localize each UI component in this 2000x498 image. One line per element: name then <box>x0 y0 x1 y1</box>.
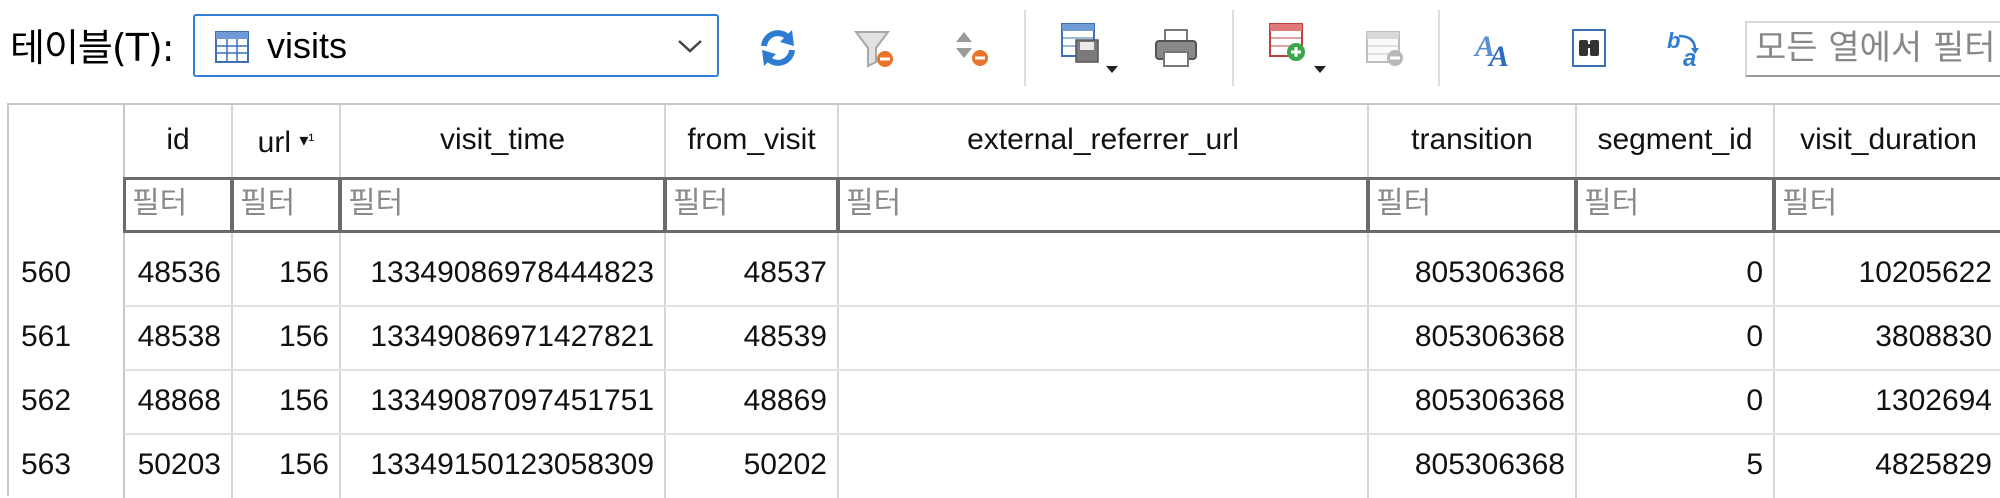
find-icon[interactable] <box>1562 20 1618 76</box>
print-icon[interactable] <box>1148 20 1204 76</box>
column-header-label: url <box>257 126 291 159</box>
conditional-format-icon[interactable]: A A <box>1468 20 1524 76</box>
row-number[interactable]: 561 <box>21 322 111 354</box>
table-cell[interactable]: 3808830 <box>1775 322 2000 354</box>
toolbar-separator <box>1438 10 1440 86</box>
column-header-visit-time[interactable]: visit_time <box>341 125 664 165</box>
column-header-url[interactable]: url ▾¹ <box>233 125 339 165</box>
column-filter-input[interactable]: 필터 <box>123 177 233 233</box>
clear-sorting-icon[interactable] <box>944 20 1000 76</box>
grid-line <box>124 369 2000 371</box>
refresh-icon[interactable] <box>750 20 806 76</box>
table-cell[interactable]: 48536 <box>125 258 231 290</box>
table-cell[interactable]: 156 <box>233 386 339 418</box>
row-number[interactable]: 563 <box>21 450 111 482</box>
column-filter-input[interactable]: 필터 <box>1773 177 2000 233</box>
table-cell[interactable] <box>839 322 1367 354</box>
save-table-icon[interactable] <box>1056 20 1126 76</box>
row-number[interactable]: 562 <box>21 386 111 418</box>
table-cell[interactable] <box>839 386 1367 418</box>
row-number[interactable]: 560 <box>21 258 111 290</box>
table-cell[interactable]: 13349087097451751 <box>341 386 664 418</box>
table-cell[interactable]: 13349150123058309 <box>341 450 664 482</box>
table-cell[interactable]: 48868 <box>125 386 231 418</box>
table-cell[interactable]: 13349086978444823 <box>341 258 664 290</box>
table-select[interactable]: visits <box>193 14 719 77</box>
table-cell[interactable]: 156 <box>233 450 339 482</box>
table-cell[interactable]: 0 <box>1577 258 1773 290</box>
column-filter-input[interactable]: 필터 <box>1367 177 1577 233</box>
table-cell[interactable]: 50202 <box>666 450 837 482</box>
column-filter-input[interactable]: 필터 <box>664 177 839 233</box>
column-header-external-referrer-url[interactable]: external_referrer_url <box>839 125 1367 165</box>
table-cell[interactable]: 805306368 <box>1369 322 1575 354</box>
toolbar-separator <box>1232 10 1234 86</box>
svg-text:b: b <box>1667 28 1680 53</box>
table-cell[interactable]: 1302694 <box>1775 386 2000 418</box>
table-cell[interactable]: 48538 <box>125 322 231 354</box>
delete-record-icon[interactable] <box>1358 20 1414 76</box>
table-cell[interactable]: 5 <box>1577 450 1773 482</box>
column-header-segment-id[interactable]: segment_id <box>1577 125 1773 165</box>
table-cell[interactable]: 805306368 <box>1369 450 1575 482</box>
table-cell[interactable]: 156 <box>233 322 339 354</box>
table-select-value: visits <box>267 25 347 66</box>
data-grid: id url ▾¹ visit_time from_visit external… <box>7 103 2000 498</box>
column-filter-input[interactable]: 필터 <box>339 177 666 233</box>
column-header-id[interactable]: id <box>125 125 231 165</box>
column-filter-input[interactable]: 필터 <box>1575 177 1775 233</box>
column-filter-input[interactable]: 필터 <box>837 177 1369 233</box>
filter-all-columns-input[interactable]: 모든 열에서 필터 <box>1745 21 2000 77</box>
table-cell[interactable]: 805306368 <box>1369 386 1575 418</box>
table-cell[interactable]: 156 <box>233 258 339 290</box>
table-cell[interactable]: 805306368 <box>1369 258 1575 290</box>
column-header-from-visit[interactable]: from_visit <box>666 125 837 165</box>
table-cell[interactable]: 48537 <box>666 258 837 290</box>
column-header-visit-duration[interactable]: visit_duration <box>1775 125 2000 165</box>
table-label: 테이블(T): <box>10 26 175 70</box>
table-cell[interactable]: 0 <box>1577 322 1773 354</box>
find-replace-icon[interactable]: b a <box>1660 20 1716 76</box>
column-filter-input[interactable]: 필터 <box>231 177 341 233</box>
grid-line <box>124 433 2000 435</box>
clear-filters-icon[interactable] <box>846 20 902 76</box>
table-cell[interactable] <box>839 258 1367 290</box>
table-cell[interactable]: 48539 <box>666 322 837 354</box>
svg-text:A: A <box>1487 40 1509 70</box>
table-cell[interactable]: 10205622 <box>1775 258 2000 290</box>
table-cell[interactable]: 50203 <box>125 450 231 482</box>
toolbar: 테이블(T): visits A A b a 모든 열에서 필터 <box>0 0 2000 98</box>
table-cell[interactable]: 4825829 <box>1775 450 2000 482</box>
insert-record-icon[interactable] <box>1264 20 1334 76</box>
chevron-down-icon <box>677 38 703 59</box>
table-cell[interactable] <box>839 450 1367 482</box>
toolbar-separator <box>1024 10 1026 86</box>
column-header-transition[interactable]: transition <box>1369 125 1575 165</box>
grid-line <box>124 305 2000 307</box>
table-icon <box>215 31 249 68</box>
table-cell[interactable]: 48869 <box>666 386 837 418</box>
table-cell[interactable]: 13349086971427821 <box>341 322 664 354</box>
table-cell[interactable]: 0 <box>1577 386 1773 418</box>
sort-descending-icon: ▾¹ <box>299 130 315 150</box>
